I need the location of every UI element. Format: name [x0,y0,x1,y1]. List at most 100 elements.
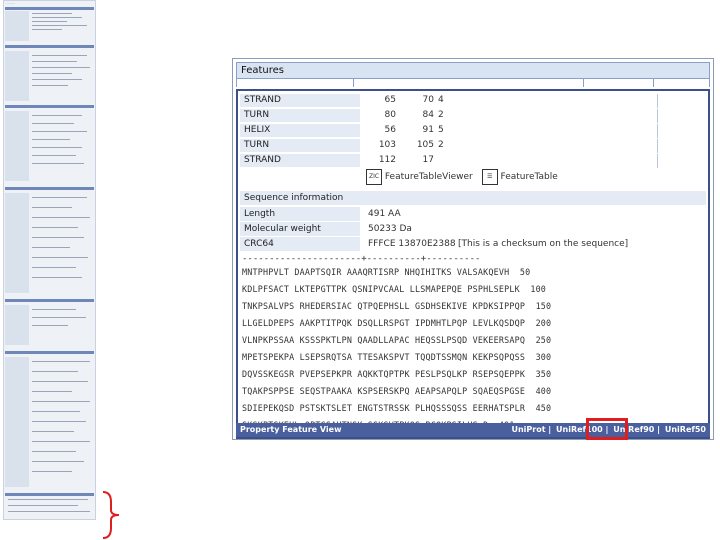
features-divider [709,79,710,87]
thumbnail-line [32,21,67,22]
thumbnail-line [32,461,84,462]
features-divider [653,79,654,87]
thumbnail-bar [5,187,94,190]
feature-row: HELIX 56 91 5 [240,124,706,138]
page-thumbnail: ········· [3,0,96,520]
feature-end: 70 [422,95,434,105]
footer-bar: Property Feature View UniProt | UniRef10… [236,423,710,437]
row-divider [657,124,658,138]
thumbnail-line [32,73,72,74]
footer-title: Property Feature View [240,425,342,434]
sequence-position: 450 [535,403,552,413]
thumbnail-line [32,147,82,148]
info-label: CRC64 [240,237,360,251]
row-divider [657,154,658,168]
feature-start: 56 [384,125,396,135]
feature-table-icon[interactable]: ☰ [481,169,498,185]
thumbnail-line [32,207,72,208]
feature-type: STRAND [240,154,360,167]
thumbnail-bar [5,45,94,48]
feature-row: TURN 80 84 2 [240,109,706,123]
uniprot-link[interactable]: UniProt [511,425,545,434]
sequence-residues: MNTPHPVLT DAAPTSQIR AAAQRTISRP NHQIHITKS… [242,267,510,277]
feature-table-link[interactable]: FeatureTable [501,172,558,182]
thumbnail-line [32,217,90,218]
sequence-residues: VLNPKPSSAA KSSSPKTLPN QAADLLAPAC HEQSSLP… [242,335,526,345]
sequence-residues: LLGELDPEPS AAKPTITPQK DSQLLRSPGT IPDMHTL… [242,318,526,328]
feature-type: HELIX [240,124,360,137]
thumbnail-block [5,357,29,487]
thumbnail-line [8,499,88,500]
sequence-info-row: CRC64 FFFCE 13870E2388 [This is a checks… [240,237,706,252]
thumbnail-block [5,193,29,293]
thumbnail-line [32,267,76,268]
feature-row: TURN 103 105 2 [240,139,706,153]
thumbnail-line [32,197,87,198]
sequence-line: TQAKPSPPSE SEQSTPAAKA KSPSERSKPQ AEAPSAP… [242,386,551,396]
thumbnail-line [32,257,88,258]
feature-viewer-link[interactable]: FeatureTableViewer [385,172,473,182]
thumbnail-line [32,163,84,164]
sequence-line: DQVSSKEGSR PVEPSEPKPR AQKKTQPTPK PESLPSQ… [242,369,551,379]
sequence-section-header: Sequence information [240,191,706,205]
feature-end: 17 [422,155,434,165]
thumbnail-line [32,325,68,326]
thumbnail-line [32,401,90,402]
feature-row: STRAND 65 70 4 [240,94,706,108]
thumbnail-line [32,277,82,278]
sequence-position: 300 [535,352,552,362]
thumbnail-line [8,511,90,512]
thumbnail-line [8,505,78,506]
info-label: Length [240,207,360,221]
feature-start: 112 [378,155,396,165]
sequence-position: 350 [535,369,552,379]
row-divider [657,94,658,108]
thumbnail-bar [5,299,94,302]
feature-viewer-icon[interactable]: ZIC [366,169,382,185]
sequence-line: VLNPKPSSAA KSSSPKTLPN QAADLLAPAC HEQSSLP… [242,335,551,345]
thumbnail-line [32,431,74,432]
feature-end: 84 [422,110,434,120]
sequence-residues: TQAKPSPPSE SEQSTPAAKA KSPSERSKPQ AEAPSAP… [242,386,526,396]
feature-tools: ZIC FeatureTableViewer ☰ FeatureTable [366,169,564,191]
features-table: STRAND 65 70 4 TURN 80 84 2 HELIX 56 91 … [236,89,710,439]
thumbnail-block [5,11,29,41]
thumbnail-line [32,61,77,62]
thumbnail-line [32,247,70,248]
thumbnail-line [32,381,88,382]
thumbnail-line [32,17,82,18]
sequence-residues: MPETSPEKPA LSEPSRQTSA TTESAKSPVT TQQDTSS… [242,352,526,362]
row-divider [657,109,658,123]
info-value: 491 AA [368,209,401,219]
sequence-residues: TNKPSALVPS RHEDERSIAC QTPQEPHSLL GSDHSEK… [242,301,526,311]
thumbnail-bar [5,105,94,108]
thumbnail-block [5,305,29,345]
thumbnail-line [32,371,78,372]
thumbnail-line [32,29,62,30]
info-label: Molecular weight [240,222,360,236]
sequence-residues: DQVSSKEGSR PVEPSEPKPR AQKKTQPTPK PESLPSQ… [242,369,526,379]
sequence-position: 250 [535,335,552,345]
thumbnail-line [32,67,90,68]
thumbnail-block [5,51,29,101]
thumbnail-line [32,79,82,80]
thumbnail-line [32,411,80,412]
thumbnail-bar [5,351,94,354]
feature-end: 105 [416,140,434,150]
feature-length: 2 [438,140,444,150]
sequence-line: KDLPFSACT LKTEPGTTPK QSNIPVCAAL LLSMAPEP… [242,284,546,294]
sequence-residues: KDLPFSACT LKTEPGTTPK QSNIPVCAAL LLSMAPEP… [242,284,520,294]
feature-type: STRAND [240,94,360,107]
thumbnail-title: ········· [6,1,15,5]
thumbnail-line [32,451,76,452]
thumbnail-line [32,115,82,116]
sequence-position: 150 [535,301,552,311]
row-divider [657,139,658,153]
sequence-line: MNTPHPVLT DAAPTSQIR AAAQRTISRP NHQIHITKS… [242,267,530,277]
uniref50-link[interactable]: UniRef50 [665,425,706,434]
sequence-position: 400 [535,386,552,396]
thumbnail-line [32,471,72,472]
uniprot-entry-panel: Features STRAND 65 70 4 TURN 80 84 2 HEL… [232,58,714,440]
info-value: 50233 Da [368,224,412,234]
thumbnail-bar [5,493,94,496]
